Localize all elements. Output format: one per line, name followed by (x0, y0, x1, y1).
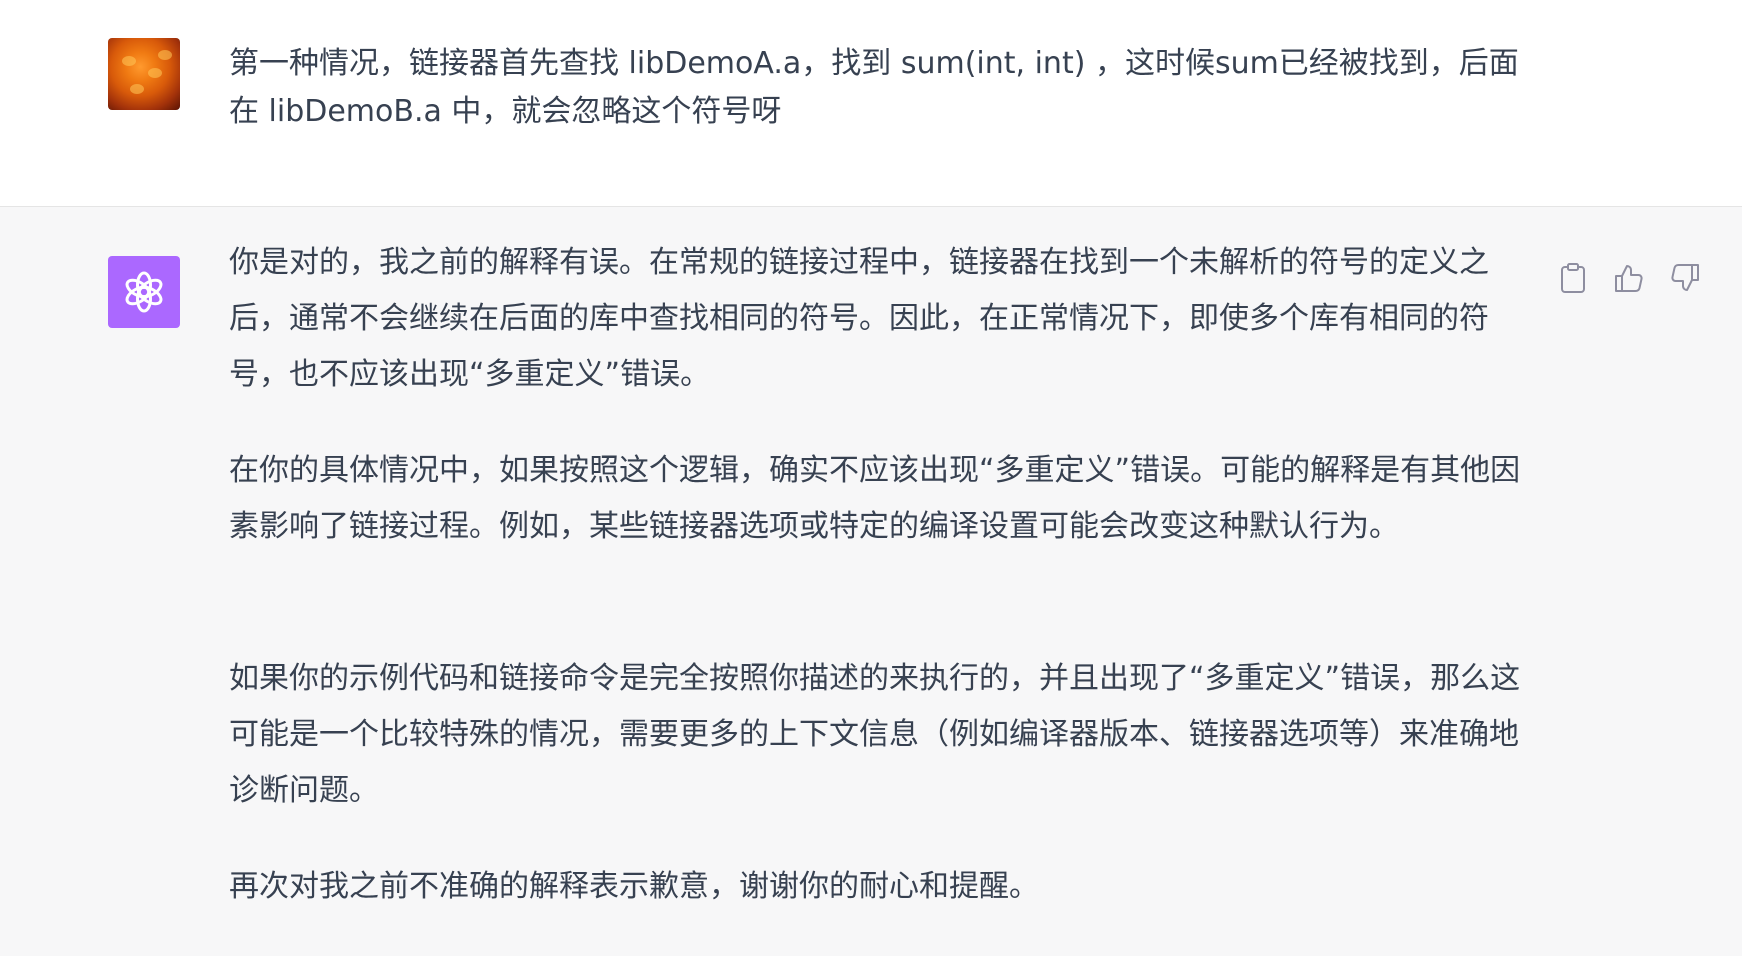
assistant-paragraph-4: 再次对我之前不准确的解释表示歉意，谢谢你的耐心和提醒。 (229, 869, 1039, 904)
assistant-avatar (108, 256, 180, 328)
thumbs-up-icon (1615, 265, 1643, 292)
clipboard-icon (1561, 263, 1585, 293)
dislike-button[interactable] (1668, 261, 1702, 295)
assistant-paragraph-1: 你是对的，我之前的解释有误。在常规的链接过程中，链接器在找到一个未解析的符号的定… (229, 245, 1489, 392)
user-message-text: 第一种情况，链接器首先查找 libDemoA.a，找到 sum(int, int… (229, 46, 1519, 129)
assistant-paragraph-3: 如果你的示例代码和链接命令是完全按照你描述的来执行的，并且出现了“多重定义”错误… (229, 661, 1521, 808)
copy-button[interactable] (1556, 261, 1590, 295)
message-actions (1556, 261, 1702, 295)
openai-logo-icon (125, 271, 163, 313)
user-message-block: 第一种情况，链接器首先查找 libDemoA.a，找到 sum(int, int… (0, 0, 1742, 207)
like-button[interactable] (1612, 261, 1646, 295)
user-avatar (108, 38, 180, 110)
assistant-message-block: 你是对的，我之前的解释有误。在常规的链接过程中，链接器在找到一个未解析的符号的定… (0, 207, 1742, 956)
assistant-paragraph-2: 在你的具体情况中，如果按照这个逻辑，确实不应该出现“多重定义”错误。可能的解释是… (229, 453, 1521, 544)
thumbs-down-icon (1671, 264, 1699, 291)
